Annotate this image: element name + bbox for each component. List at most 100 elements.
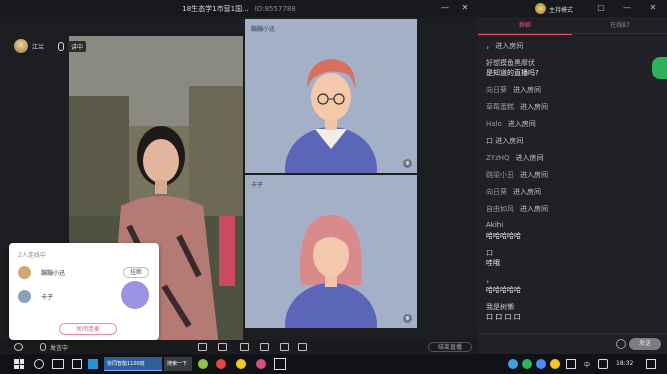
host-chip: 江兰	[14, 39, 44, 53]
minimize-button[interactable]: —	[440, 3, 450, 13]
chat-text: 进入房间	[513, 86, 541, 94]
panel-header: 主持模式 ▢ — ✕	[478, 0, 667, 17]
chat-message: Akihi	[486, 221, 503, 229]
search-icon[interactable]	[34, 359, 44, 369]
app-icon[interactable]	[236, 359, 246, 369]
app-icon[interactable]	[274, 358, 286, 370]
chat-panel: 群聊 在线87 ， 进入房间 好想摸鱼黑摩伏 是知道的直播吗? 向日葵 进入房间 草莓蛋糕…	[478, 17, 667, 354]
tray-app-icon[interactable]	[522, 359, 532, 369]
chat-message: 好想摸鱼黑摩伏	[486, 58, 535, 68]
avatar	[18, 289, 31, 303]
hang-up-button[interactable]: 挂断	[123, 266, 149, 278]
minimize-icon[interactable]: —	[622, 3, 632, 13]
participant-name: 蹦蹦小迅	[251, 26, 276, 33]
chat-message: ， 进入房间	[486, 41, 523, 51]
chat-message: 口	[486, 248, 493, 258]
camera-icon[interactable]	[218, 343, 227, 351]
click-cursor-indicator	[121, 281, 149, 309]
chat-text: 哈哈哈哈哈	[486, 232, 521, 240]
close-mic-link-button[interactable]: 关闭连麦	[59, 323, 117, 335]
ime-indicator[interactable]: 中	[584, 360, 590, 369]
mic-icon[interactable]	[40, 343, 46, 351]
chat-text: 哇哦	[486, 259, 500, 267]
popup-row: 蹦蹦小迅 挂断	[18, 263, 153, 281]
chat-message: Halo 进入房间	[486, 119, 536, 129]
chat-nickname[interactable]: 跳梁小丑	[486, 171, 514, 179]
chat-text: 进入房间	[515, 154, 544, 162]
chat-input-bar[interactable]: 发送	[478, 333, 667, 354]
tray-app-icon[interactable]	[536, 359, 546, 369]
avatar-illustration-long-hair	[285, 215, 377, 328]
send-button[interactable]: 发送	[629, 338, 661, 350]
chat-text: Akihi	[486, 221, 504, 229]
chat-text: 进入房间	[520, 171, 548, 179]
end-live-button[interactable]: 结束直播	[428, 342, 472, 352]
taskbar-search-tab[interactable]: 搜索一下	[164, 357, 192, 371]
emoji-icon[interactable]	[616, 339, 626, 349]
live-toolbar: 发言中 结束直播	[0, 340, 478, 354]
mic-status-icon	[403, 159, 412, 168]
chat-text: 口 进入房间	[486, 137, 524, 145]
mic-status-icon	[403, 314, 412, 323]
chat-nickname[interactable]: 自由如风	[486, 205, 514, 213]
tab-online[interactable]: 在线87	[573, 17, 667, 34]
avatar-illustration-glasses	[285, 59, 377, 173]
chat-text: 我是树懒	[486, 303, 514, 311]
side-badge[interactable]	[652, 57, 667, 79]
chat-message: 草莓蛋糕 进入房间	[486, 102, 548, 112]
expand-icon[interactable]: ▢	[596, 3, 606, 13]
pen-icon[interactable]	[260, 343, 269, 351]
participant-tile-2[interactable]: 卡子	[245, 175, 417, 328]
tray-app-icon[interactable]	[508, 359, 518, 369]
participant-name: 卡子	[41, 293, 54, 301]
network-icon[interactable]	[566, 359, 576, 369]
chat-text: 进入房间	[513, 188, 541, 196]
chat-message: 口 进入房间	[486, 136, 523, 146]
chrome-icon[interactable]	[216, 359, 226, 369]
chat-text: 好想摸鱼黑摩伏	[486, 59, 535, 67]
chat-nickname[interactable]: 向日葵	[486, 86, 507, 94]
task-view-icon[interactable]	[52, 359, 64, 369]
participant-tile-1[interactable]: 蹦蹦小迅	[245, 19, 417, 173]
close-button[interactable]: ✕	[460, 3, 470, 13]
close-icon[interactable]: ✕	[648, 3, 658, 13]
mic-status-label: 发言中	[50, 345, 69, 352]
chat-nickname[interactable]: 向日葵	[486, 188, 507, 196]
app-icon[interactable]	[198, 359, 208, 369]
chat-text: 进入房间	[507, 120, 536, 128]
clock[interactable]: 18:32	[616, 360, 633, 367]
chat-nickname[interactable]: 草莓蛋糕	[486, 103, 514, 111]
app-icon[interactable]	[88, 359, 98, 369]
chat-message: 是知道的直播吗?	[486, 68, 539, 78]
room-title: 18生态学1市营1国...	[182, 5, 249, 13]
popup-title: 2人连线中	[18, 252, 46, 259]
file-explorer-icon[interactable]	[72, 359, 82, 369]
keyboard-icon[interactable]	[598, 359, 608, 369]
settings-icon[interactable]	[298, 343, 307, 351]
whiteboard-icon[interactable]	[240, 343, 249, 351]
windows-start-icon[interactable]	[14, 359, 24, 369]
tab-group-chat[interactable]: 群聊	[478, 17, 572, 35]
chat-message: 向日葵 进入房间	[486, 85, 541, 95]
app-icon[interactable]	[256, 359, 266, 369]
tray-app-icon[interactable]	[550, 359, 560, 369]
avatar	[18, 265, 31, 279]
screen-share-icon[interactable]	[198, 343, 207, 351]
link-icon[interactable]	[280, 343, 289, 351]
chat-nickname[interactable]: Halo	[486, 120, 502, 128]
speaking-tag: 讲中	[68, 40, 87, 52]
chat-text: 口 口 口 口	[486, 313, 521, 321]
title-bar: 18生态学1市营1国... ID:8557788 — ✕	[0, 0, 478, 17]
chat-text: 口	[486, 249, 493, 257]
chat-text: 是知道的直播吗?	[486, 69, 539, 77]
panel-tabs: 群聊 在线87	[478, 17, 667, 35]
participant-name: 蹦蹦小迅	[41, 269, 66, 277]
chat-nickname[interactable]: ZYzHQ	[486, 154, 510, 162]
chat-text: 哈哈哈哈哈	[486, 286, 521, 294]
chat-message: 跳梁小丑 进入房间	[486, 170, 548, 180]
host-mode-icon	[535, 3, 546, 14]
window-title: 18生态学1市营1国... ID:8557788	[0, 4, 478, 14]
taskbar-active-app[interactable]: 协同智能1100班	[104, 357, 162, 371]
notification-icon[interactable]	[646, 359, 656, 369]
speaker-icon[interactable]	[14, 343, 23, 351]
